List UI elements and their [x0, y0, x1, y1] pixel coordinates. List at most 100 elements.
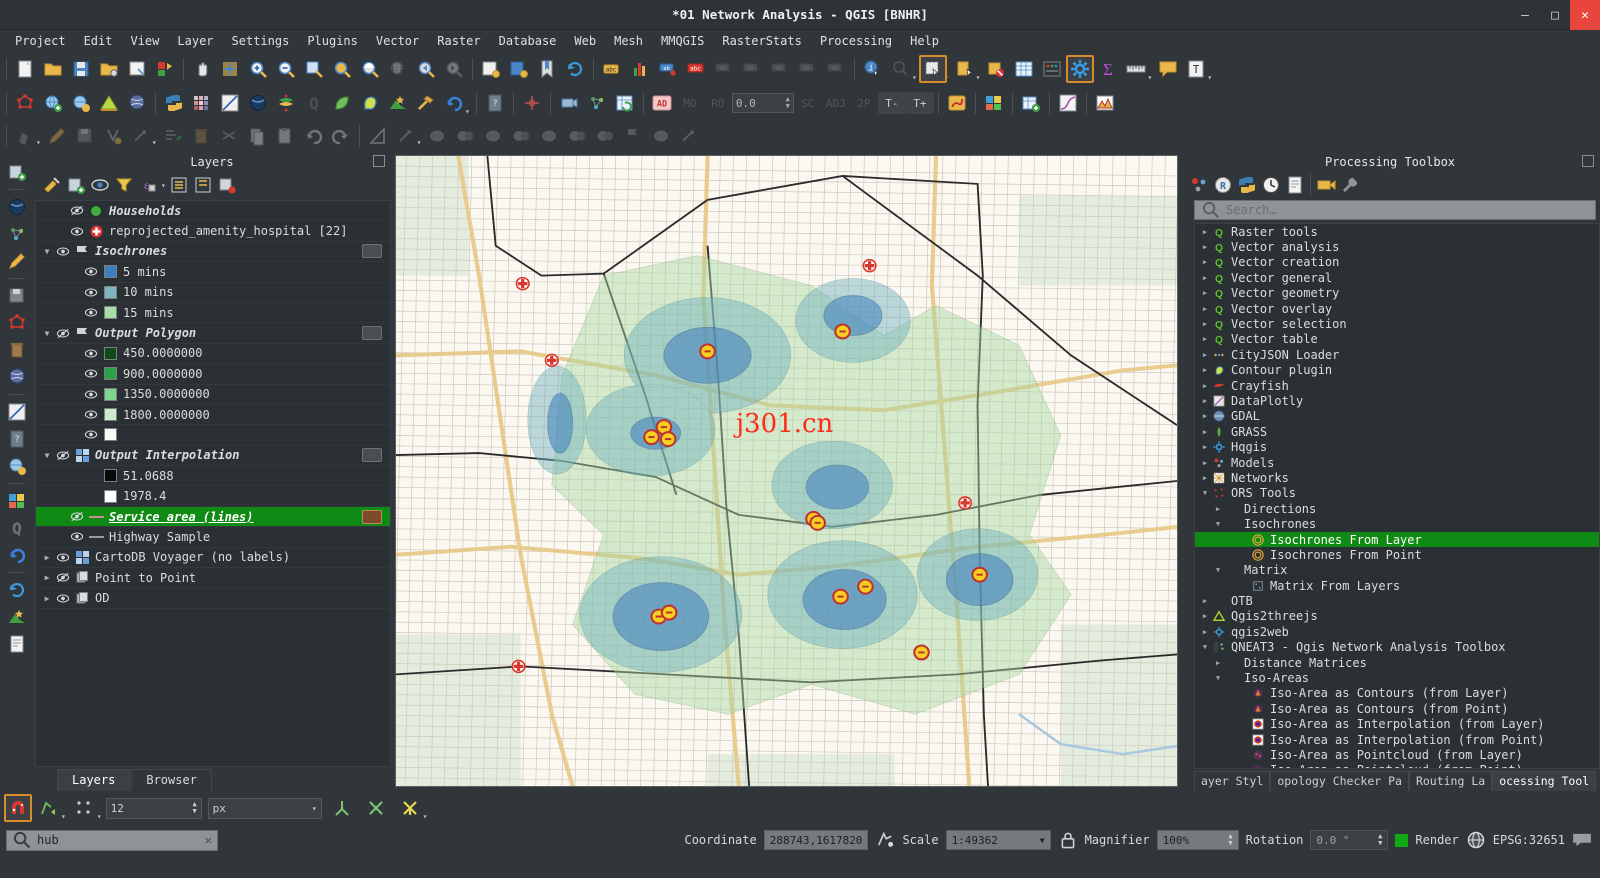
visibility-on-icon[interactable] — [68, 531, 86, 542]
menu-item-plugins[interactable]: Plugins — [298, 32, 367, 50]
processing-tree-row[interactable]: Isochrones From Layer — [1195, 532, 1599, 547]
toolbox-button[interactable] — [412, 89, 440, 117]
dock-tab[interactable]: opology Checker Pa — [1270, 771, 1409, 791]
spinner-icon[interactable]: ▲▼ — [1228, 833, 1232, 847]
digitize-pencil-button[interactable] — [43, 122, 71, 150]
processing-tree-row[interactable]: Matrix From Layers — [1195, 578, 1599, 593]
add-table-button[interactable] — [1017, 89, 1045, 117]
autodigitize-sc-button[interactable]: SC — [794, 92, 822, 114]
layer-tree-row[interactable]: Service area (lines) — [36, 507, 390, 527]
visibility-on-icon[interactable] — [54, 593, 72, 604]
map-tips-button[interactable] — [1154, 55, 1182, 83]
add-pointcloud-layer-icon[interactable] — [4, 577, 30, 603]
autodigitize-t-button[interactable]: T- — [878, 92, 906, 114]
chevron-down-icon[interactable]: ▾ — [161, 181, 166, 190]
autodigitize-mo-button[interactable]: MO — [676, 92, 704, 114]
menu-item-mesh[interactable]: Mesh — [605, 32, 652, 50]
visibility-on-icon[interactable] — [82, 389, 100, 400]
options-icon[interactable] — [1339, 174, 1361, 196]
zoom-native-button[interactable]: 1:1 — [384, 55, 412, 83]
processing-tree-row[interactable]: ▶GDAL — [1195, 409, 1599, 424]
processing-tree-row[interactable]: ▶QVector selection — [1195, 316, 1599, 331]
menu-item-mmqgis[interactable]: MMQGIS — [652, 32, 713, 50]
edit-features-icon[interactable] — [1315, 174, 1337, 196]
chevron-right-icon[interactable]: ▶ — [1199, 397, 1211, 405]
processing-tree-row[interactable]: ▶GRASS — [1195, 424, 1599, 439]
save-project-as-button[interactable] — [95, 55, 123, 83]
add-postgis-layer-icon[interactable] — [4, 283, 30, 309]
autodigitize-angle-field[interactable]: 0.0▲▼ — [732, 93, 794, 113]
avoid-overlap-icon[interactable] — [362, 794, 390, 822]
dock-tab[interactable]: ayer Styl — [1194, 771, 1270, 791]
raster-stats-button[interactable] — [1091, 89, 1119, 117]
digitize-addfeat-button[interactable] — [99, 122, 127, 150]
zoom-to-selection-button[interactable] — [328, 55, 356, 83]
pan-map-button[interactable] — [188, 55, 216, 83]
layer-tree-row[interactable]: 15 mins — [36, 303, 390, 323]
layer-edit-badge[interactable] — [362, 448, 382, 462]
panel-tab-browser[interactable]: Browser — [131, 769, 212, 791]
close-button[interactable]: ✕ — [1570, 0, 1600, 30]
layer-tree-row[interactable]: ▼Output Polygon — [36, 323, 390, 343]
processing-algorithm-tree[interactable]: ▶QRaster tools▶QVector analysis▶QVector … — [1194, 223, 1600, 769]
visibility-on-icon[interactable] — [82, 307, 100, 318]
move-label-button[interactable]: ab — [710, 55, 738, 83]
refresh-table-button[interactable] — [611, 89, 639, 117]
menu-item-help[interactable]: Help — [901, 32, 948, 50]
pin-diagram-button[interactable]: ab — [794, 55, 822, 83]
snap-intersection-icon[interactable] — [396, 794, 424, 822]
chevron-down-icon[interactable]: ▼ — [1212, 566, 1224, 574]
magnifier-value[interactable]: 100% ▲▼ — [1157, 830, 1239, 850]
add-arcgis-layer-icon[interactable] — [4, 542, 30, 568]
chevron-down-icon[interactable]: ▼ — [1199, 643, 1211, 651]
layer-tree-row[interactable]: 900.0000000 — [36, 364, 390, 384]
autodigitize-button[interactable]: AD — [648, 89, 676, 117]
autodigitize-t-button[interactable]: T+ — [906, 92, 934, 114]
crayfish-button[interactable] — [272, 89, 300, 117]
digitize-dig1-button[interactable] — [11, 122, 39, 150]
add-virtual-layer-icon[interactable] — [4, 399, 30, 425]
add-wms-layer-button[interactable] — [39, 89, 67, 117]
zoom-last-button[interactable] — [412, 55, 440, 83]
lock-icon[interactable] — [1058, 830, 1078, 850]
messages-icon[interactable] — [1572, 830, 1592, 850]
openlayers-button[interactable] — [123, 89, 151, 117]
mmqgis-button[interactable] — [943, 89, 971, 117]
layer-tree-row[interactable]: 51.0688 — [36, 466, 390, 486]
processing-undock-icon[interactable] — [1582, 155, 1594, 167]
chevron-right-icon[interactable]: ▶ — [1199, 305, 1211, 313]
snapping-units-select[interactable]: px▾ — [208, 798, 322, 819]
chevron-right-icon[interactable]: ▶ — [1199, 412, 1211, 420]
add-mesh-layer-icon[interactable] — [4, 221, 30, 247]
menu-item-raster[interactable]: Raster — [428, 32, 489, 50]
toggle-extents-icon[interactable] — [875, 830, 895, 850]
color-ramp-button[interactable] — [188, 89, 216, 117]
save-project-button[interactable] — [67, 55, 95, 83]
layer-tree-row[interactable]: Households — [36, 201, 390, 221]
layer-tree-row[interactable]: 450.0000000 — [36, 344, 390, 364]
identify-features-button[interactable]: i — [859, 55, 887, 83]
digitize-paste-button[interactable] — [271, 122, 299, 150]
advanced-digitize-9-button[interactable] — [675, 122, 703, 150]
field-calculator-button[interactable] — [1038, 55, 1066, 83]
chevron-right-icon[interactable]: ▶ — [1199, 351, 1211, 359]
processing-tree-row[interactable]: ▶OTB — [1195, 593, 1599, 608]
street-view-button[interactable] — [555, 89, 583, 117]
zoom-out-button[interactable] — [272, 55, 300, 83]
add-mssql-layer-icon[interactable] — [4, 337, 30, 363]
maximize-button[interactable]: □ — [1540, 0, 1570, 30]
add-oracle-layer-icon[interactable] — [4, 364, 30, 390]
processing-tree-row[interactable]: ▶CityJSON Loader — [1195, 347, 1599, 362]
chevron-right-icon[interactable]: ▶ — [1199, 228, 1211, 236]
processing-tree-row[interactable]: ▶Qgis2threejs — [1195, 609, 1599, 624]
refresh-button[interactable] — [561, 55, 589, 83]
locator-search-input[interactable]: hub ✕ — [6, 830, 218, 851]
processing-tree-row[interactable]: ▼Iso-Areas — [1195, 670, 1599, 685]
coordinate-value[interactable]: 288743,1617820 — [764, 830, 869, 850]
advanced-digitize-4-button[interactable] — [535, 122, 563, 150]
python-console-button[interactable] — [160, 89, 188, 117]
new-3d-map-view-button[interactable] — [505, 55, 533, 83]
results-viewer-icon[interactable] — [1284, 174, 1306, 196]
menu-item-project[interactable]: Project — [6, 32, 75, 50]
processing-tree-row[interactable]: ▶Hqgis — [1195, 439, 1599, 454]
